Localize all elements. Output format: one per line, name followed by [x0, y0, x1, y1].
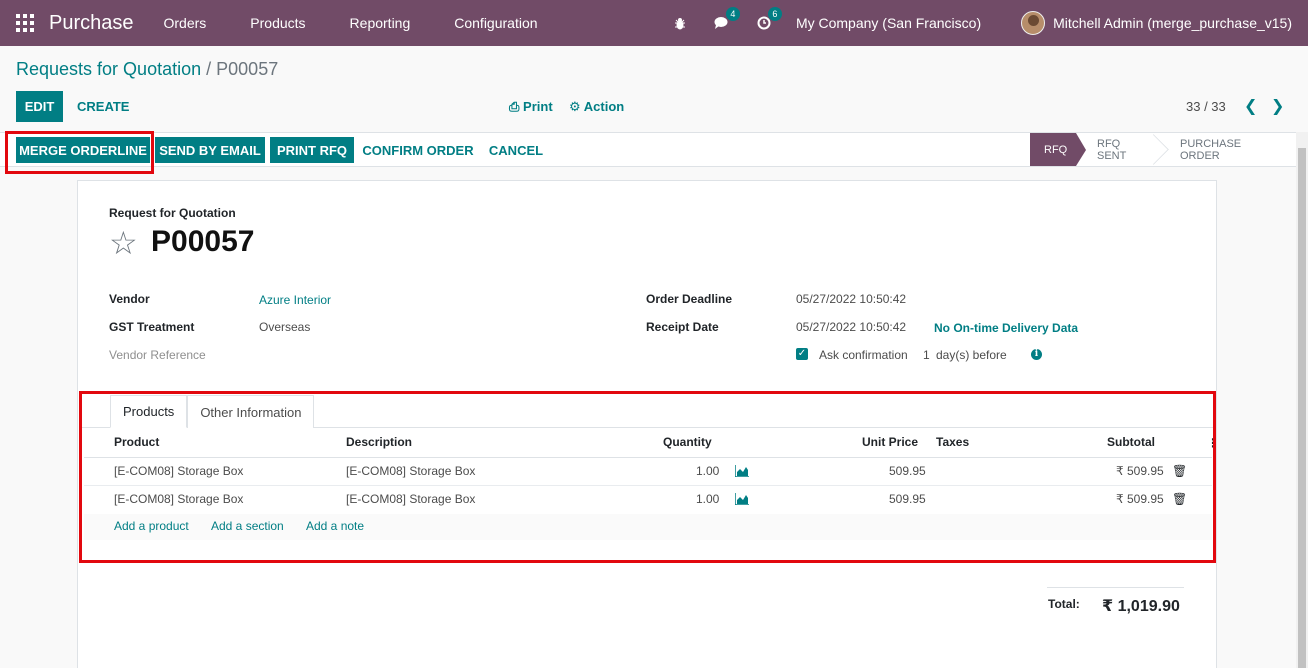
cancel-button[interactable]: CANCEL — [484, 137, 548, 163]
receipt-date-label: Receipt Date — [646, 320, 719, 334]
order-deadline-label: Order Deadline — [646, 292, 733, 306]
chevron-left-icon[interactable]: ❮ — [1244, 96, 1257, 116]
star-icon[interactable]: ☆ — [109, 227, 138, 259]
navbar-systray: 4 6 My Company (San Francisco) Mitchell … — [670, 0, 1308, 46]
confirm-order-button[interactable]: CONFIRM ORDER — [358, 137, 478, 163]
send-by-email-button[interactable]: SEND BY EMAIL — [155, 137, 265, 163]
breadcrumb-separator: / — [206, 59, 212, 79]
main-menu: Orders Products Reporting Configuration — [164, 15, 582, 31]
ask-confirmation-checkbox[interactable]: ✓ — [796, 348, 808, 360]
print-rfq-button[interactable]: PRINT RFQ — [270, 137, 354, 163]
total-divider — [1047, 587, 1184, 588]
user-menu[interactable]: Mitchell Admin (merge_purchase_v15) — [1053, 15, 1292, 31]
chat-count-badge: 4 — [725, 7, 740, 21]
action-label: Action — [583, 99, 625, 114]
total-value: ₹ 1,019.90 — [1102, 598, 1180, 615]
gst-treatment-label: GST Treatment — [109, 320, 195, 334]
chat-icon[interactable]: 4 — [712, 7, 740, 33]
debug-bug-icon[interactable] — [670, 13, 690, 33]
total-label: Total: — [1048, 597, 1080, 611]
reminder-days-suffix: day(s) before — [936, 348, 1007, 362]
menu-item-reporting[interactable]: Reporting — [350, 15, 411, 31]
print-icon: ⎙ — [509, 99, 520, 114]
ask-confirmation-label: Ask confirmation — [819, 348, 908, 362]
company-switcher[interactable]: My Company (San Francisco) — [796, 15, 981, 31]
on-time-delivery-link[interactable]: No On-time Delivery Data — [934, 321, 1078, 335]
reminder-days-value: 1 — [923, 348, 930, 362]
stage-purchase-order[interactable]: PURCHASE ORDER — [1160, 133, 1296, 166]
order-deadline-value: 05/27/2022 10:50:42 — [796, 292, 907, 306]
order-name: P00057 — [151, 225, 255, 258]
menu-item-configuration[interactable]: Configuration — [454, 15, 537, 31]
menu-item-products[interactable]: Products — [250, 15, 305, 31]
app-title[interactable]: Purchase — [49, 12, 134, 35]
form-statusbar: MERGE ORDERLINE SEND BY EMAIL PRINT RFQ … — [0, 132, 1296, 167]
chevron-right-icon[interactable]: ❯ — [1271, 96, 1284, 116]
top-navbar: Purchase Orders Products Reporting Confi… — [0, 0, 1308, 46]
status-stages: RFQ RFQ SENT PURCHASE ORDER — [1030, 133, 1296, 166]
create-button[interactable]: CREATE — [77, 99, 129, 114]
highlight-merge-button — [5, 131, 154, 174]
user-avatar[interactable] — [1021, 11, 1046, 35]
pager-value[interactable]: 33 / 33 — [1186, 99, 1226, 114]
breadcrumb-current: P00057 — [216, 59, 279, 79]
info-icon[interactable]: i — [1031, 349, 1042, 360]
receipt-date-value: 05/27/2022 10:50:42 — [796, 320, 907, 334]
gst-treatment-value: Overseas — [259, 320, 311, 334]
print-button[interactable]: ⎙ Print — [509, 99, 553, 115]
apps-menu-icon[interactable] — [16, 14, 34, 32]
edit-button[interactable]: EDIT — [16, 91, 63, 122]
document-type-label: Request for Quotation — [109, 206, 236, 220]
scrollbar-thumb[interactable] — [1298, 148, 1306, 668]
gear-icon: ⚙ — [569, 99, 581, 114]
vendor-value[interactable]: Azure Interior — [259, 293, 331, 307]
activity-clock-icon[interactable]: 6 — [754, 7, 782, 33]
highlight-order-lines — [79, 391, 1216, 563]
action-button[interactable]: ⚙ Action — [569, 99, 624, 115]
stage-rfq[interactable]: RFQ — [1030, 133, 1086, 166]
page-scrollbar[interactable] — [1296, 132, 1308, 668]
print-label: Print — [523, 99, 553, 114]
breadcrumb: Requests for Quotation / P00057 — [16, 59, 278, 80]
vendor-reference-label: Vendor Reference — [109, 348, 206, 362]
activity-count-badge: 6 — [767, 7, 782, 21]
breadcrumb-parent[interactable]: Requests for Quotation — [16, 59, 201, 79]
stage-rfq-sent[interactable]: RFQ SENT — [1076, 133, 1169, 166]
vendor-label: Vendor — [109, 292, 150, 306]
menu-item-orders[interactable]: Orders — [164, 15, 207, 31]
